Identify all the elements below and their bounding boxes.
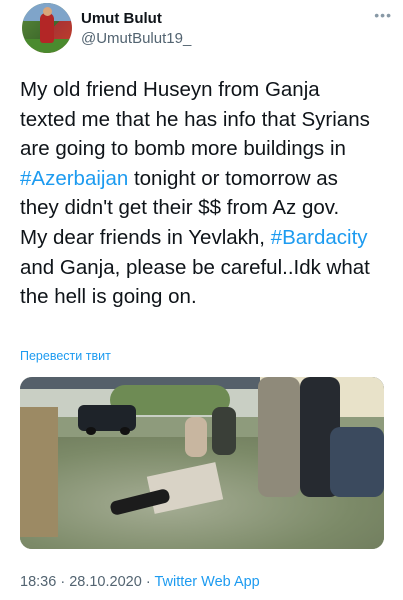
tweet-source-link[interactable]: Twitter Web App xyxy=(154,574,259,590)
separator: · xyxy=(145,574,151,590)
tweet-date[interactable]: 28.10.2020 xyxy=(69,574,142,590)
more-icon[interactable]: ••• xyxy=(374,7,392,23)
tweet-line: texted me that he has info that Syrians xyxy=(20,107,370,131)
tweet-line: and Ganja, please be careful..Idk what xyxy=(20,255,370,279)
tweet-line: they didn't get their $$ from Az gov. xyxy=(20,196,340,220)
author-handle[interactable]: @UmutBulut19_ xyxy=(81,30,191,47)
avatar[interactable] xyxy=(22,3,72,53)
tweet-footer: 18:36 · 28.10.2020 · Twitter Web App xyxy=(20,574,260,590)
tweet-text: My old friend Huseyn from Ganja texted m… xyxy=(20,75,390,312)
translate-tweet-link[interactable]: Перевести твит xyxy=(20,349,111,363)
tweet-line: #Azerbaijan tonight or tomorrow as xyxy=(20,166,338,190)
author-name[interactable]: Umut Bulut xyxy=(81,10,162,27)
tweet-photo[interactable] xyxy=(20,377,384,549)
separator: · xyxy=(60,574,66,590)
hashtag-azerbaijan-link[interactable]: #Azerbaijan xyxy=(20,167,128,190)
tweet-time[interactable]: 18:36 xyxy=(20,574,56,590)
tweet-line: My dear friends in Yevlakh, #Bardacity xyxy=(20,225,368,249)
tweet-header: Umut Bulut @UmutBulut19_ ••• xyxy=(22,3,392,53)
hashtag-bardacity-link[interactable]: #Bardacity xyxy=(271,226,368,249)
tweet-line: the hell is going on. xyxy=(20,285,197,309)
tweet-line: My old friend Huseyn from Ganja xyxy=(20,78,320,101)
tweet-line: are going to bomb more buildings in xyxy=(20,137,346,161)
